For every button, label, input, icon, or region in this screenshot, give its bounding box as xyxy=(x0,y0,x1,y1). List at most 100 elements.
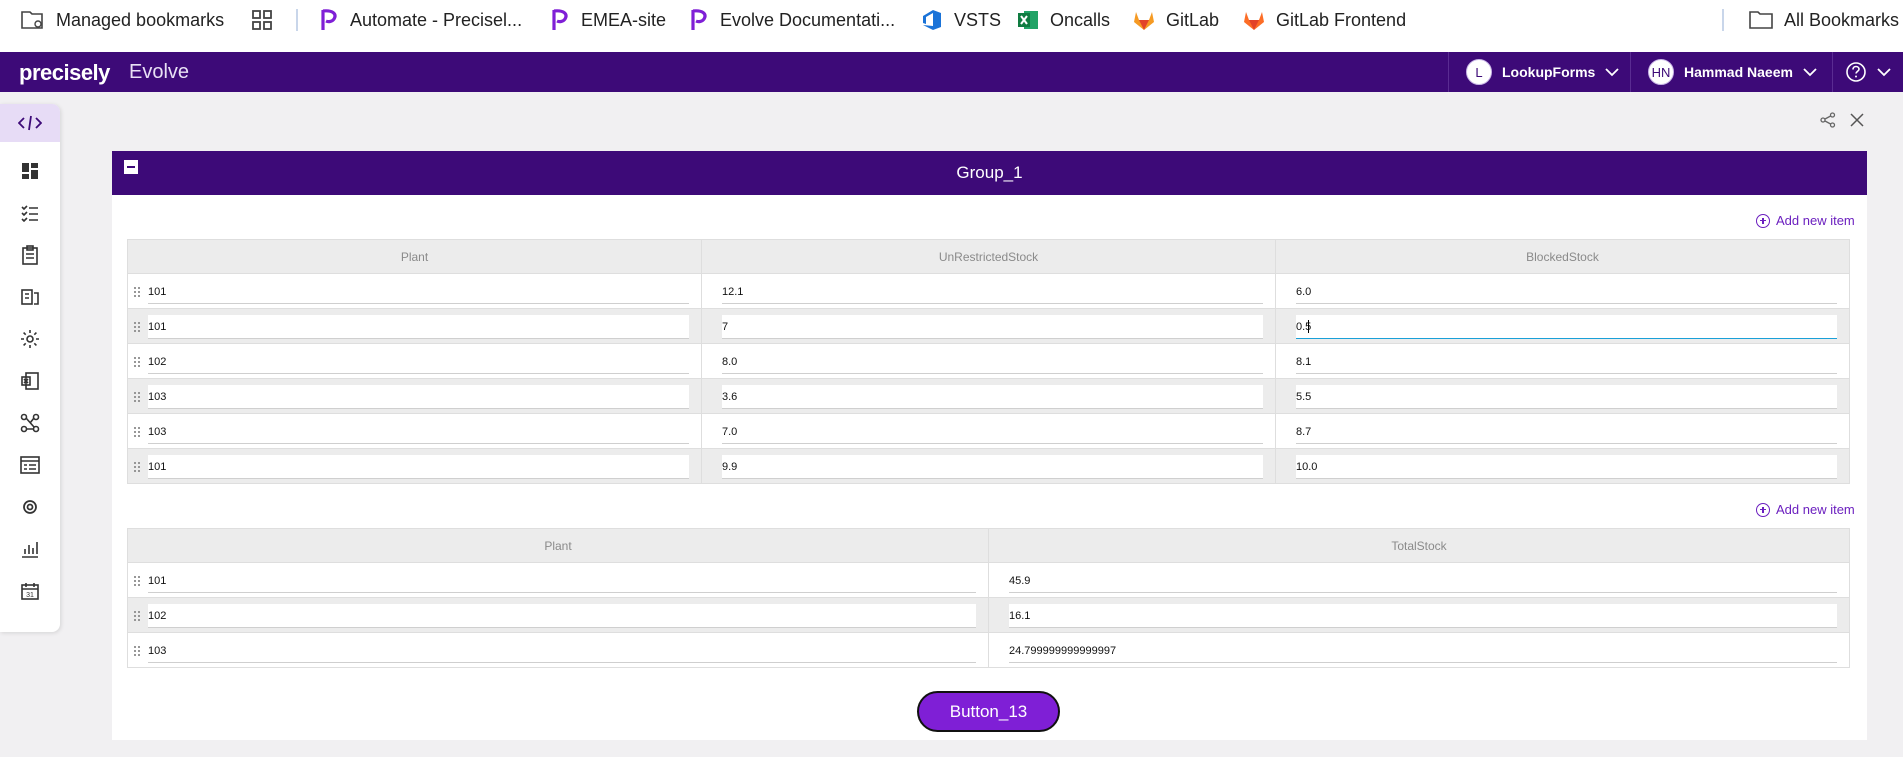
cell-value: 102 xyxy=(148,355,167,368)
cell-input[interactable]: 103 xyxy=(148,385,689,409)
header-divider xyxy=(1832,52,1833,92)
analytics-chart-icon[interactable] xyxy=(20,539,40,559)
header-divider xyxy=(1630,52,1631,92)
group-panel: Group_1 Add new item Plant UnRestrictedS… xyxy=(112,151,1867,740)
cell-input[interactable]: 102 xyxy=(148,350,689,374)
report-icon[interactable] xyxy=(20,287,40,307)
table-row: 101 45.9 xyxy=(127,562,1850,598)
settings-gear-icon[interactable] xyxy=(20,329,40,349)
cell-input[interactable]: 102 xyxy=(148,604,976,628)
cell-input[interactable]: 101 xyxy=(148,315,689,339)
bookmark-gitlab-frontend[interactable]: GitLab Frontend xyxy=(1242,0,1406,40)
drag-handle-icon[interactable] xyxy=(133,391,141,403)
bookmark-label: Automate - Precisel... xyxy=(350,9,523,30)
column-header-plant: Plant xyxy=(127,239,702,274)
share-icon[interactable] xyxy=(1818,110,1838,130)
drag-handle-icon[interactable] xyxy=(133,426,141,438)
app-name: Evolve xyxy=(129,61,190,83)
cell-input[interactable]: 45.9 xyxy=(1009,569,1837,593)
bookmark-oncalls[interactable]: Oncalls xyxy=(1016,0,1110,40)
bookmark-label: VSTS xyxy=(954,9,1002,30)
cell-input[interactable]: 10.0 xyxy=(1296,455,1837,479)
cell-value: 8.7 xyxy=(1296,425,1312,438)
cell-input[interactable]: 8.7 xyxy=(1296,420,1837,444)
collapse-button[interactable] xyxy=(124,160,138,174)
cell-input[interactable]: 8.1 xyxy=(1296,350,1837,374)
workspace-avatar: L xyxy=(1466,59,1492,85)
managed-bookmarks-folder[interactable]: Managed bookmarks xyxy=(20,0,224,40)
table-cell: 101 xyxy=(127,273,702,309)
cell-value: 101 xyxy=(148,574,167,587)
cell-input[interactable]: 103 xyxy=(148,420,689,444)
cell-input[interactable]: 0.5 xyxy=(1296,315,1837,339)
folder-icon xyxy=(1749,11,1773,29)
apps-grid-button[interactable] xyxy=(251,0,273,40)
user-menu[interactable]: HN Hammad Naeem xyxy=(1648,59,1817,85)
workspace-selector[interactable]: L LookupForms xyxy=(1466,59,1619,85)
table-cell: 9.9 xyxy=(701,448,1276,484)
add-new-item-button[interactable]: Add new item xyxy=(1756,502,1855,517)
cell-input[interactable]: 16.1 xyxy=(1009,604,1837,628)
help-icon xyxy=(1846,62,1866,82)
bookmark-gitlab[interactable]: GitLab xyxy=(1132,0,1219,40)
bookmark-automate[interactable]: Automate - Precisel... xyxy=(320,0,522,40)
workflow-icon[interactable] xyxy=(20,413,40,433)
close-icon[interactable] xyxy=(1847,110,1867,130)
table-cell: 103 xyxy=(127,632,989,668)
header-divider xyxy=(1448,52,1449,92)
gitlab-icon xyxy=(1244,12,1264,30)
drag-handle-icon[interactable] xyxy=(133,610,141,622)
drag-handle-icon[interactable] xyxy=(133,356,141,368)
cell-input[interactable]: 8.0 xyxy=(722,350,1263,374)
calendar-icon[interactable]: 31 xyxy=(20,581,40,601)
button-13[interactable]: Button_13 xyxy=(917,691,1060,732)
add-new-item-button[interactable]: Add new item xyxy=(1756,213,1855,228)
cell-input[interactable]: 101 xyxy=(148,569,976,593)
bookmark-emea-site[interactable]: EMEA-site xyxy=(551,0,666,40)
cell-input[interactable]: 6.0 xyxy=(1296,280,1837,304)
cell-input[interactable]: 103 xyxy=(148,639,976,663)
all-bookmarks-folder[interactable]: All Bookmarks xyxy=(1748,0,1899,40)
table-cell: 3.6 xyxy=(701,378,1276,414)
cell-input[interactable]: 9.9 xyxy=(722,455,1263,479)
drag-handle-icon[interactable] xyxy=(133,645,141,657)
dashboard-icon[interactable] xyxy=(20,161,40,181)
form-list-icon[interactable] xyxy=(20,455,40,475)
bookmark-evolve-docs[interactable]: Evolve Documentati... xyxy=(690,0,895,40)
cell-value: 101 xyxy=(148,460,167,473)
table-cell: 24.799999999999997 xyxy=(988,632,1850,668)
vsts-icon xyxy=(923,10,941,30)
drag-handle-icon[interactable] xyxy=(133,461,141,473)
clipboard-icon[interactable] xyxy=(20,245,40,265)
cell-input[interactable]: 101 xyxy=(148,280,689,304)
cell-value: 103 xyxy=(148,644,167,657)
user-avatar: HN xyxy=(1648,59,1674,85)
cell-input[interactable]: 5.5 xyxy=(1296,385,1837,409)
help-menu[interactable] xyxy=(1845,59,1891,85)
cell-input[interactable]: 12.1 xyxy=(722,280,1263,304)
cell-value: 102 xyxy=(148,609,167,622)
code-view-toggle[interactable] xyxy=(0,104,60,142)
cell-value: 7 xyxy=(722,320,729,333)
excel-doc-icon[interactable] xyxy=(20,371,40,391)
bookmark-separator xyxy=(1722,9,1724,31)
table-cell: 8.1 xyxy=(1275,343,1850,379)
table-row: 103 24.799999999999997 xyxy=(127,632,1850,668)
table-cell: 103 xyxy=(127,378,702,414)
table-cell: 45.9 xyxy=(988,562,1850,598)
bookmarks-bar: Managed bookmarks Automate - Precisel...… xyxy=(0,0,1903,52)
cell-input[interactable]: 7 xyxy=(722,315,1263,339)
table-cell: 102 xyxy=(127,343,702,379)
checklist-icon[interactable] xyxy=(20,203,40,223)
drag-handle-icon[interactable] xyxy=(133,321,141,333)
bookmark-vsts[interactable]: VSTS xyxy=(920,0,1001,40)
cog-icon[interactable] xyxy=(20,497,40,517)
cell-input[interactable]: 101 xyxy=(148,455,689,479)
drag-handle-icon[interactable] xyxy=(133,286,141,298)
cell-value: 103 xyxy=(148,425,167,438)
drag-handle-icon[interactable] xyxy=(133,575,141,587)
cell-input[interactable]: 24.799999999999997 xyxy=(1009,639,1837,663)
cell-input[interactable]: 3.6 xyxy=(722,385,1263,409)
cell-input[interactable]: 7.0 xyxy=(722,420,1263,444)
group-title: Group_1 xyxy=(956,163,1023,182)
